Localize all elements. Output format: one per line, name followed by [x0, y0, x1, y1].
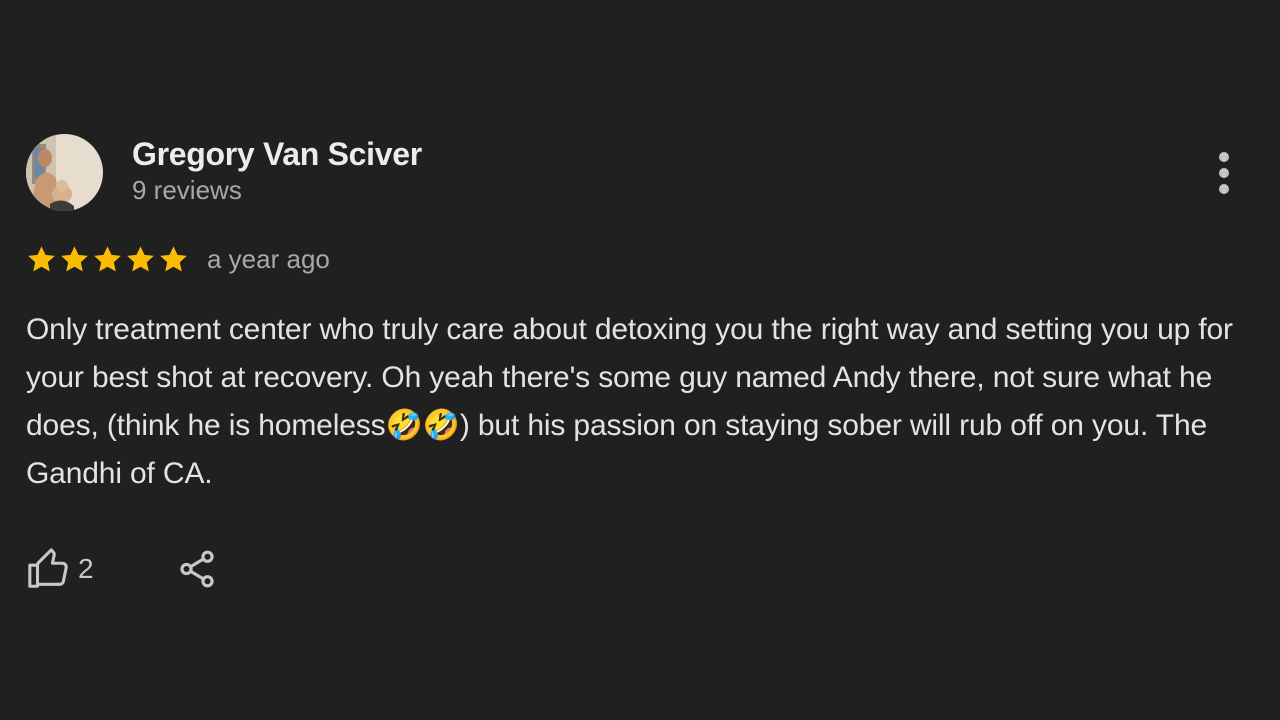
more-vert-dot — [1219, 184, 1229, 194]
thumb-up-icon — [28, 548, 68, 588]
author-name[interactable]: Gregory Van Sciver — [132, 136, 422, 172]
share-icon — [179, 550, 214, 588]
like-count: 2 — [78, 553, 94, 584]
rating-row: a year ago — [26, 239, 330, 279]
star-icon — [94, 245, 121, 271]
star-icon — [61, 245, 88, 271]
more-vert-dot — [1219, 168, 1229, 178]
share-button[interactable] — [176, 548, 218, 590]
author-block: Gregory Van Sciver 9 reviews — [132, 136, 422, 206]
review-time: a year ago — [207, 243, 330, 274]
review-card: Gregory Van Sciver 9 reviews a year ago … — [26, 134, 1256, 588]
star-rating — [26, 244, 189, 275]
star-icon — [127, 245, 154, 271]
author-review-count: 9 reviews — [132, 175, 242, 205]
avatar[interactable] — [26, 134, 103, 211]
review-header: Gregory Van Sciver 9 reviews — [26, 134, 1256, 212]
like-button[interactable]: 2 — [26, 546, 94, 592]
star-icon — [28, 245, 55, 271]
review-text: Only treatment center who truly care abo… — [26, 313, 1233, 490]
star-icon — [160, 245, 187, 271]
more-vert-icon — [1219, 152, 1229, 162]
review-actions: 2 — [26, 544, 218, 594]
avatar-photo — [26, 134, 103, 211]
more-options-button[interactable] — [1206, 148, 1242, 198]
